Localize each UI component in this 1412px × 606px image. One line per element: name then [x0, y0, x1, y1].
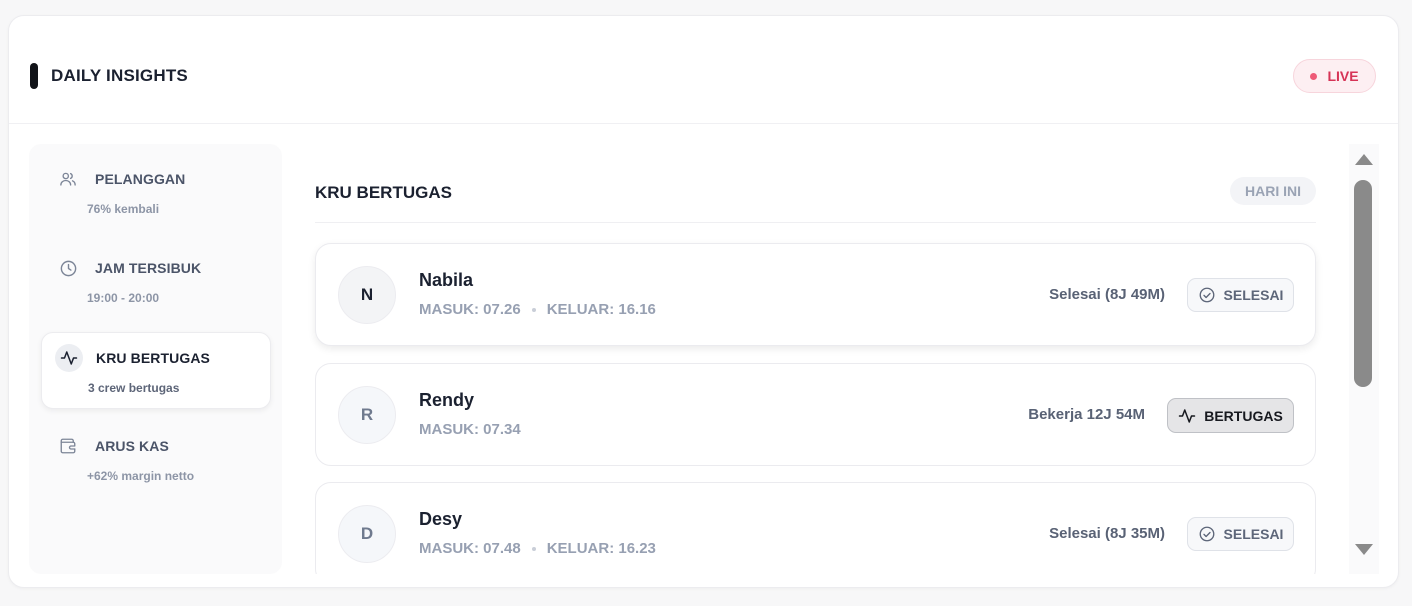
sidebar-item-sub: +62% margin netto — [87, 469, 195, 483]
daily-insights-card: DAILY INSIGHTS LIVE PELANGGAN 76% kembal… — [8, 15, 1399, 588]
section-title: KRU BERTUGAS — [315, 183, 452, 202]
sidebar-item-arus-kas[interactable]: ARUS KAS +62% margin netto — [41, 421, 271, 498]
scroll-up-arrow-icon[interactable] — [1355, 154, 1373, 165]
crew-card: R Rendy MASUK: 07.34 Bekerja 12J 54M BER… — [315, 363, 1316, 466]
scroll-down-arrow-icon[interactable] — [1355, 544, 1373, 555]
crew-times: MASUK: 07.34 — [419, 421, 521, 438]
crew-status-text: Bekerja 12J 54M — [1028, 406, 1145, 423]
avatar: R — [338, 386, 396, 444]
card-header: DAILY INSIGHTS LIVE — [9, 16, 1398, 124]
sidebar-item-pelanggan[interactable]: PELANGGAN 76% kembali — [41, 154, 271, 231]
check-circle-icon — [1198, 286, 1216, 304]
crew-name: Nabila — [419, 270, 474, 290]
sidebar-item-label: ARUS KAS — [95, 438, 169, 454]
crew-status-text: Selesai (8J 49M) — [1049, 286, 1165, 303]
sidebar-item-label: JAM TERSIBUK — [95, 260, 202, 276]
status-button-selesai[interactable]: SELESAI — [1187, 278, 1294, 312]
sidebar-item-sub: 19:00 - 20:00 — [87, 291, 160, 305]
crew-times: MASUK: 07.48 KELUAR: 16.23 — [419, 540, 656, 557]
sidebar-item-kru-bertugas[interactable]: KRU BERTUGAS 3 crew bertugas — [41, 332, 271, 409]
activity-icon — [55, 344, 83, 372]
separator-dot — [531, 307, 536, 312]
crew-times: MASUK: 07.26 KELUAR: 16.16 — [419, 301, 656, 318]
sidebar-item-sub: 3 crew bertugas — [88, 381, 180, 395]
crew-name: Desy — [419, 509, 463, 529]
divider — [315, 222, 1316, 223]
sidebar: PELANGGAN 76% kembali JAM TERSIBUK 19:00… — [29, 144, 282, 574]
page-title: DAILY INSIGHTS — [51, 66, 188, 85]
check-circle-icon — [1198, 525, 1216, 543]
avatar: D — [338, 505, 396, 563]
separator-dot — [531, 546, 536, 551]
sidebar-item-label: KRU BERTUGAS — [96, 350, 210, 366]
scrollbar[interactable] — [1349, 144, 1379, 574]
live-badge: LIVE — [1293, 59, 1376, 93]
status-button-label: BERTUGAS — [1204, 407, 1283, 424]
sidebar-item-label: PELANGGAN — [95, 171, 186, 187]
activity-icon — [1178, 407, 1196, 425]
sidebar-item-jam-tersibuk[interactable]: JAM TERSIBUK 19:00 - 20:00 — [41, 243, 271, 320]
live-label: LIVE — [1327, 68, 1359, 84]
check-in-time: MASUK: 07.48 — [419, 540, 521, 557]
check-in-time: MASUK: 07.34 — [419, 421, 521, 438]
title-accent-bar — [30, 63, 38, 89]
crew-name: Rendy — [419, 390, 475, 410]
wallet-icon — [54, 432, 82, 460]
clock-icon — [54, 254, 82, 282]
status-button-label: SELESAI — [1223, 526, 1284, 542]
users-icon — [54, 165, 82, 193]
status-button-selesai[interactable]: SELESAI — [1187, 517, 1294, 551]
period-badge: HARI INI — [1230, 177, 1316, 205]
main-panel: KRU BERTUGAS HARI INI N Nabila MASUK: 07… — [299, 144, 1349, 574]
crew-status-text: Selesai (8J 35M) — [1049, 525, 1165, 542]
live-dot-icon — [1310, 72, 1318, 80]
check-out-time: KELUAR: 16.16 — [546, 301, 656, 318]
status-button-label: SELESAI — [1223, 287, 1284, 303]
sidebar-item-sub: 76% kembali — [87, 202, 160, 216]
crew-card: N Nabila MASUK: 07.26 KELUAR: 16.16 Sele… — [315, 243, 1316, 346]
crew-card: D Desy MASUK: 07.48 KELUAR: 16.23 Selesa… — [315, 482, 1316, 574]
avatar: N — [338, 266, 396, 324]
status-button-bertugas[interactable]: BERTUGAS — [1167, 398, 1294, 433]
check-in-time: MASUK: 07.26 — [419, 301, 521, 318]
check-out-time: KELUAR: 16.23 — [546, 540, 656, 557]
scrollbar-thumb[interactable] — [1354, 180, 1372, 387]
